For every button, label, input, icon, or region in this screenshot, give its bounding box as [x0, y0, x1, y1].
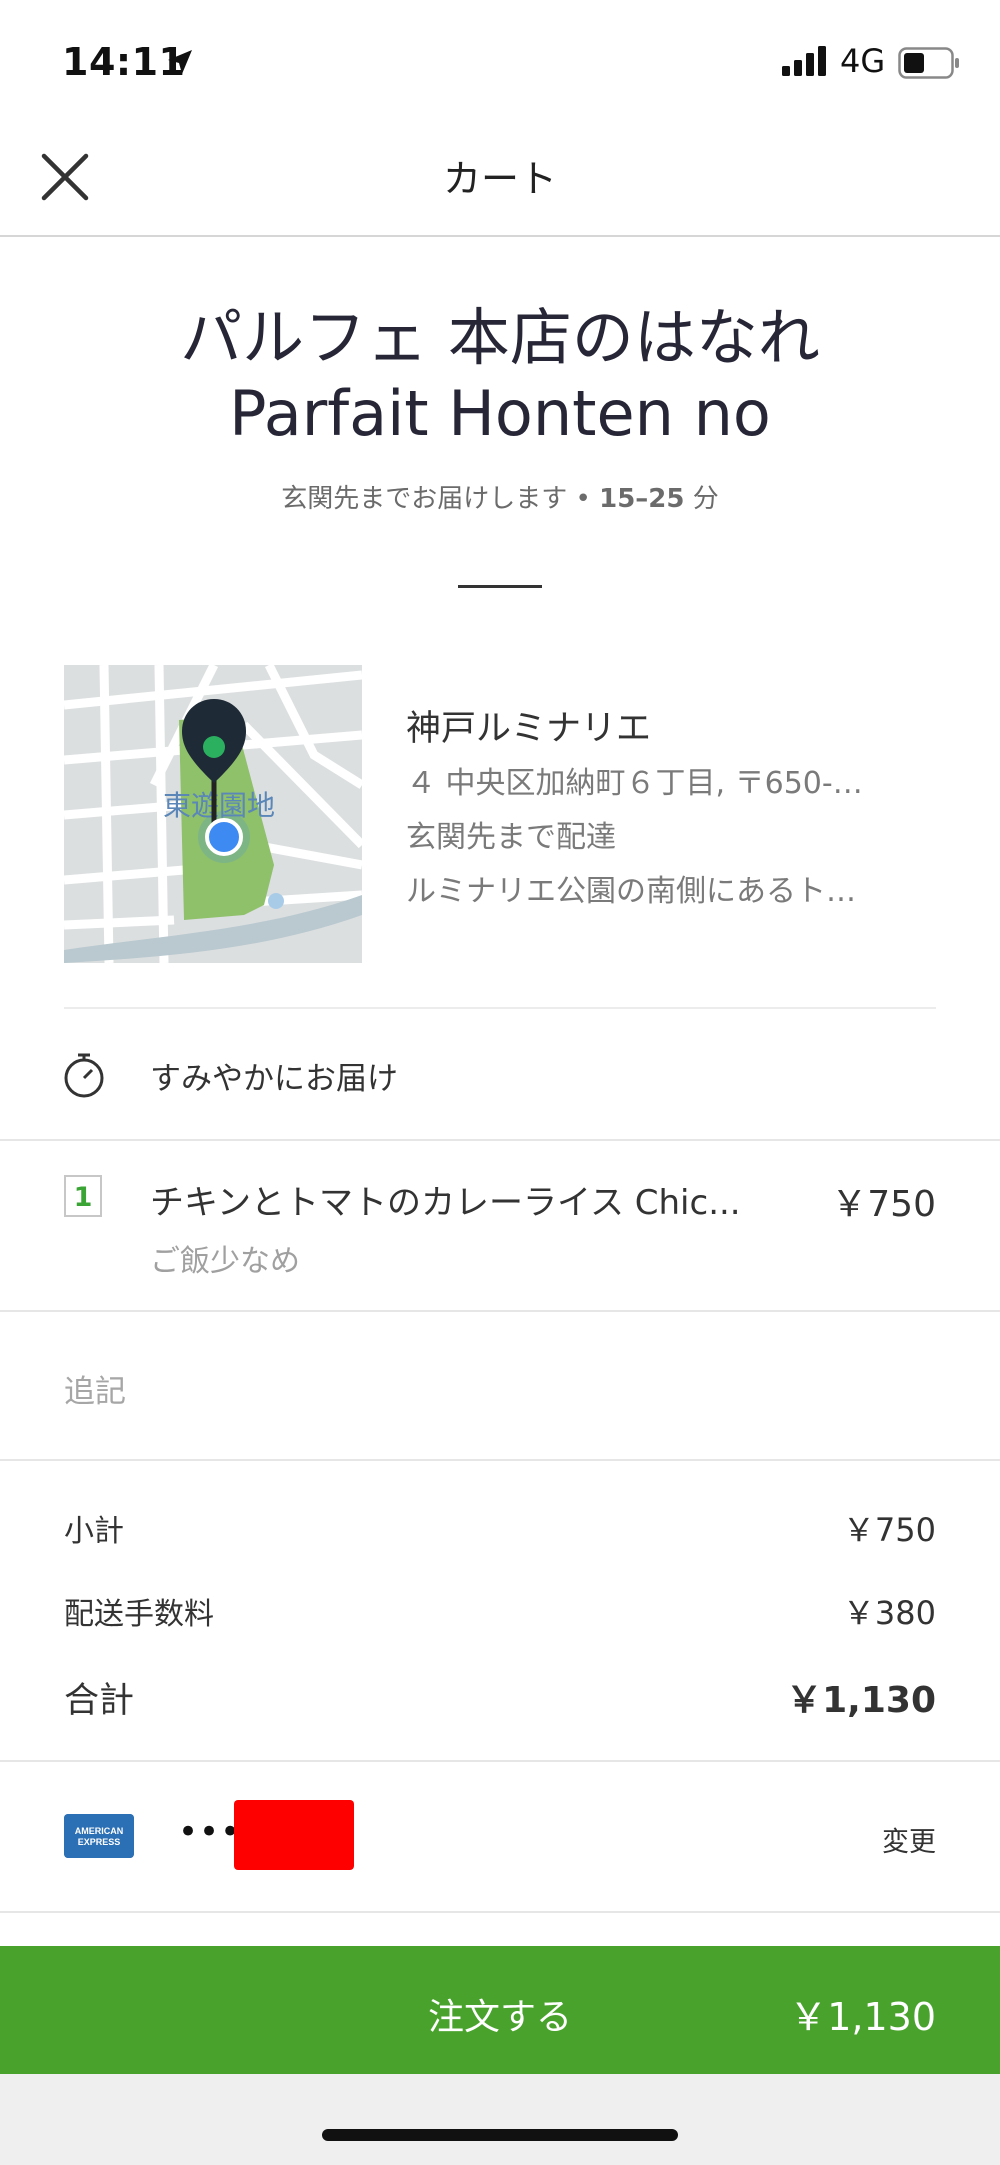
- delivery-eta: 玄関先までお届けします • 15–25 分: [0, 478, 1000, 515]
- location-arrow-icon: [168, 50, 192, 74]
- subtotal-label: 小計: [64, 1514, 124, 1549]
- item-name: チキンとトマトのカレーライス Chic...: [150, 1183, 741, 1223]
- home-indicator-area: [0, 2074, 1000, 2165]
- address-line2: 玄関先まで配達: [406, 820, 616, 855]
- notes-input[interactable]: [0, 1312, 1000, 1458]
- eta-unit: 分: [692, 484, 719, 514]
- address-line1: ４ 中央区加納町６丁目, 〒650-…: [406, 766, 863, 801]
- map-label: 東遊園地: [163, 790, 275, 821]
- divider: [0, 1911, 1000, 1913]
- payment-row[interactable]: [0, 1762, 1000, 1910]
- battery-icon: [898, 47, 959, 79]
- fee-value: ￥380: [842, 1594, 936, 1632]
- eta-range: 15–25: [599, 484, 685, 514]
- fee-label: 配送手数料: [64, 1597, 214, 1632]
- address-name: 神戸ルミナリエ: [406, 709, 652, 749]
- order-button-price: ￥1,130: [789, 1995, 936, 2039]
- delivery-map[interactable]: 東遊園地: [64, 665, 362, 963]
- address-line3: ルミナリエ公園の南側にあるト…: [406, 874, 856, 909]
- total-label: 合計: [64, 1681, 135, 1721]
- restaurant-name-ja: パルフェ 本店のはなれ: [180, 301, 820, 374]
- subtotal-value: ￥750: [842, 1511, 936, 1549]
- svg-text:AMERICAN: AMERICAN: [75, 1826, 124, 1836]
- delivery-text: 玄関先までお届けします •: [281, 484, 591, 514]
- delivery-option-label: すみやかにお届け: [150, 1061, 398, 1097]
- page-title: カート: [442, 157, 557, 201]
- redaction-box: [234, 1800, 354, 1870]
- divider: [0, 1459, 1000, 1461]
- restaurant-name-en: Parfait Honten no: [229, 377, 771, 450]
- total-value: ￥1,130: [786, 1680, 936, 1721]
- network-type: 4G: [840, 42, 886, 80]
- restaurant-name: パルフェ 本店のはなれ Parfait Honten no: [0, 300, 1000, 452]
- divider: [64, 1007, 936, 1009]
- change-payment-button[interactable]: 変更: [882, 1820, 936, 1859]
- amex-card-icon: AMERICAN EXPRESS: [64, 1814, 134, 1858]
- item-note: ご飯少なめ: [150, 1244, 300, 1279]
- map-graphic: 東遊園地: [64, 665, 362, 963]
- item-price: ￥750: [831, 1184, 936, 1225]
- section-divider: [458, 585, 542, 588]
- home-indicator[interactable]: [322, 2129, 678, 2141]
- item-quantity: 1: [64, 1175, 102, 1217]
- notes-placeholder: 追記: [64, 1374, 126, 1410]
- signal-icon: [782, 46, 826, 76]
- svg-text:EXPRESS: EXPRESS: [78, 1837, 121, 1847]
- stopwatch-icon: [64, 1053, 104, 1098]
